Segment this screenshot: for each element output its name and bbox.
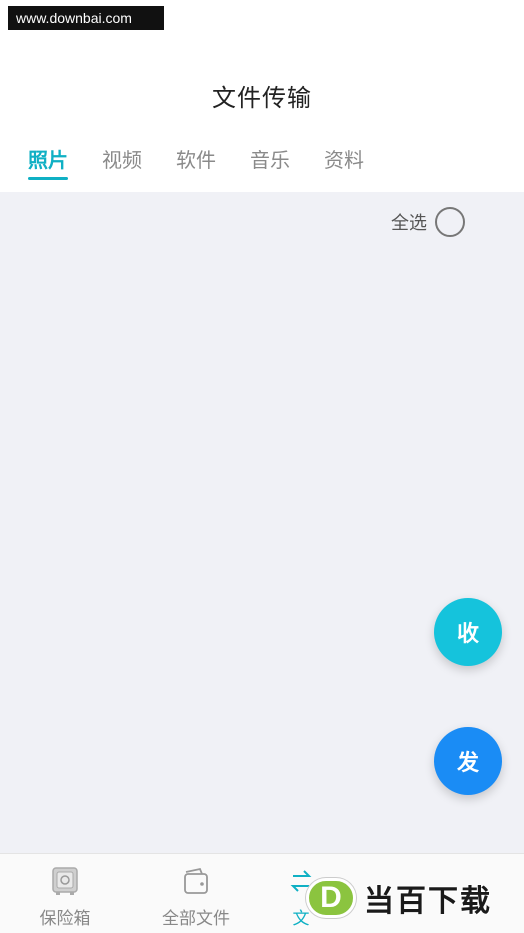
tab-music[interactable]: 音乐 bbox=[250, 144, 290, 173]
wallet-icon bbox=[184, 867, 208, 894]
select-all-radio[interactable] bbox=[435, 207, 465, 237]
category-tabs: 照片 视频 软件 音乐 资料 bbox=[0, 140, 524, 192]
nav-item-safe[interactable]: 保险箱 bbox=[10, 866, 120, 929]
watermark-logo: D 当百下载 bbox=[306, 876, 492, 920]
select-all-toggle[interactable]: 全选 bbox=[391, 207, 465, 237]
tab-photos[interactable]: 照片 bbox=[28, 144, 68, 173]
nav-item-all-files[interactable]: 全部文件 bbox=[141, 866, 251, 929]
safe-icon bbox=[52, 867, 78, 895]
tab-videos[interactable]: 视频 bbox=[102, 144, 142, 173]
tab-software[interactable]: 软件 bbox=[176, 144, 216, 173]
receive-button[interactable]: 收 bbox=[434, 598, 502, 666]
send-button[interactable]: 发 bbox=[434, 727, 502, 795]
nav-label-safe: 保险箱 bbox=[39, 909, 91, 929]
logo-text: 当百下载 bbox=[364, 884, 492, 919]
page-title: 文件传输 bbox=[212, 84, 312, 112]
select-all-label: 全选 bbox=[391, 213, 427, 234]
active-tab-indicator bbox=[28, 177, 68, 180]
tab-documents[interactable]: 资料 bbox=[324, 144, 364, 173]
file-list-area: 全选 收 发 bbox=[0, 192, 524, 853]
nav-label-all-files: 全部文件 bbox=[162, 909, 230, 929]
logo-badge: D bbox=[306, 878, 356, 918]
watermark-url: www.downbai.com bbox=[8, 6, 164, 30]
